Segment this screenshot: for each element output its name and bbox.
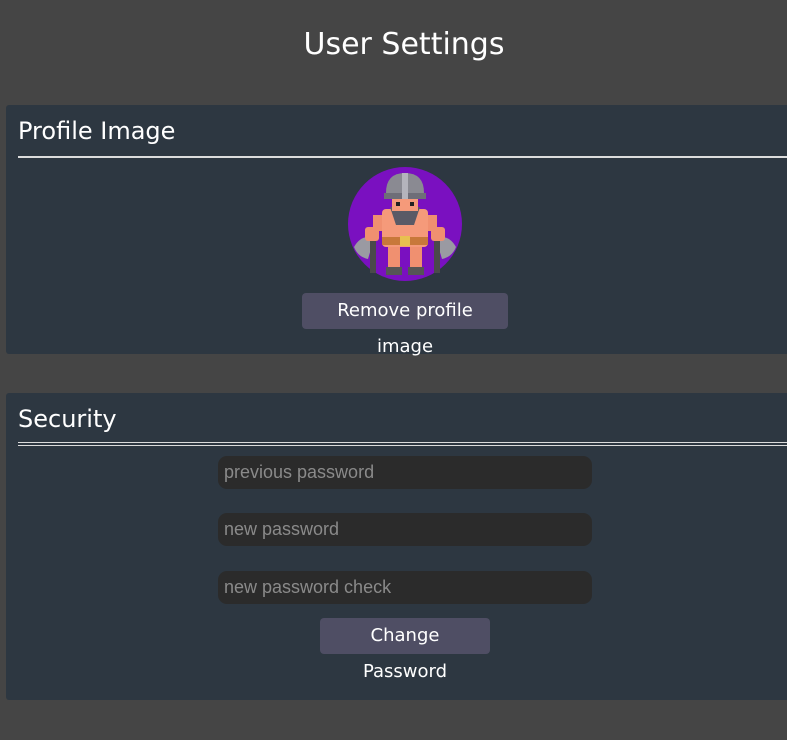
- page-title: User Settings: [303, 27, 505, 62]
- security-section: Security Change Password: [6, 393, 787, 700]
- profile-section-divider: [18, 156, 787, 158]
- user-settings-page: User Settings Profile Image Remove profi…: [0, 0, 787, 740]
- security-heading: Security: [18, 405, 117, 433]
- change-password-button[interactable]: Change Password: [320, 618, 490, 682]
- warrior-avatar-icon: [348, 167, 462, 281]
- new-password-input[interactable]: [218, 513, 592, 546]
- profile-image-section: Profile Image Remove profile image: [6, 105, 787, 357]
- profile-image-heading: Profile Image: [18, 117, 176, 145]
- remove-profile-image-button[interactable]: Remove profile image: [302, 293, 508, 357]
- security-section-divider: [18, 442, 787, 446]
- new-password-check-input[interactable]: [218, 571, 592, 604]
- previous-password-input[interactable]: [218, 456, 592, 489]
